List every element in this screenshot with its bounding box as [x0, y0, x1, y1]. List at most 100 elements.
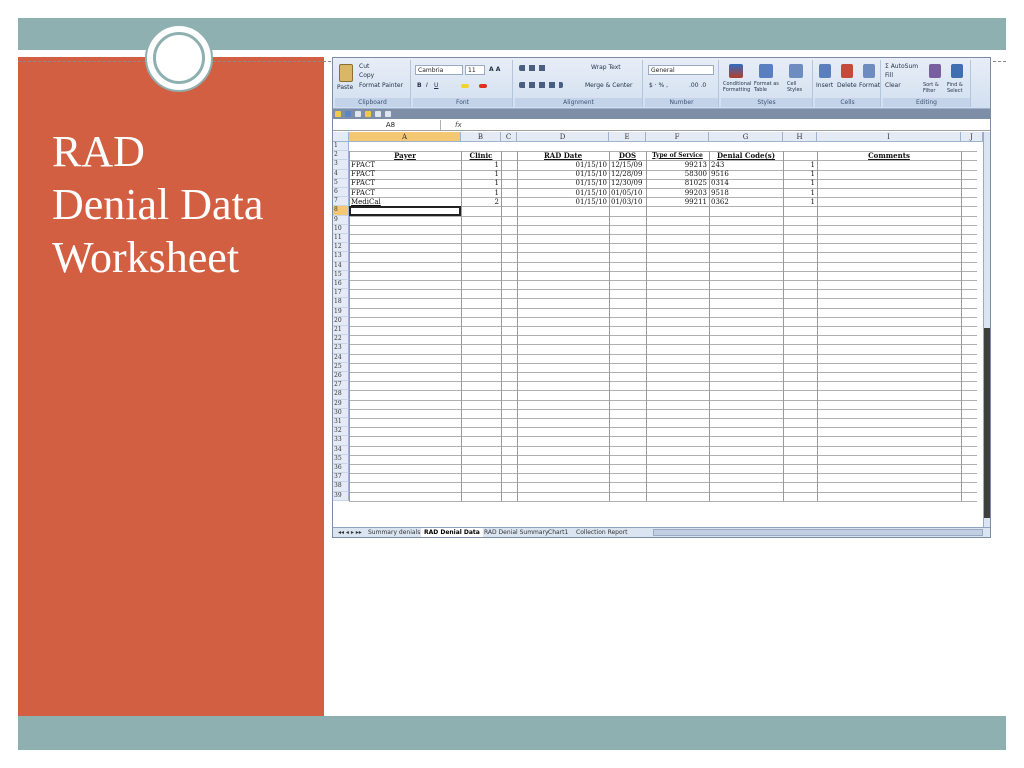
- row-header-35[interactable]: 35: [333, 454, 349, 464]
- column-header-b[interactable]: B: [461, 132, 501, 142]
- font-size-select[interactable]: 11: [465, 65, 485, 75]
- wrap-text-button[interactable]: Wrap Text: [591, 64, 621, 72]
- row-header-7[interactable]: 7: [333, 197, 349, 207]
- conditional-formatting-icon[interactable]: [729, 64, 743, 78]
- column-header-i[interactable]: I: [817, 132, 961, 142]
- cell-rad-date[interactable]: 01/15/10: [519, 189, 607, 197]
- number-format-select[interactable]: General: [648, 65, 714, 75]
- name-box[interactable]: A8: [341, 120, 441, 130]
- header-clinic[interactable]: Clinic: [461, 152, 501, 160]
- vertical-scrollbar[interactable]: [983, 132, 990, 527]
- spreadsheet-grid[interactable]: A B C D E F G H I J 1 2 3 4 5 6 7 8 9 10 11 12 13 14 15 16 17 18 19 2…: [333, 132, 983, 527]
- row-header-11[interactable]: 11: [333, 234, 349, 244]
- row-header-38[interactable]: 38: [333, 482, 349, 492]
- cell-denial-code[interactable]: 9518: [711, 189, 781, 197]
- save-icon[interactable]: [345, 111, 351, 117]
- row-header-28[interactable]: 28: [333, 390, 349, 400]
- cell-clinic[interactable]: 1: [463, 161, 499, 169]
- format-button[interactable]: Format: [859, 82, 880, 90]
- tab-collection-report[interactable]: Collection Report: [573, 528, 630, 537]
- open-icon[interactable]: [335, 111, 341, 117]
- row-header-19[interactable]: 19: [333, 307, 349, 317]
- cell-dos[interactable]: 01/03/10: [611, 198, 644, 206]
- row-header-29[interactable]: 29: [333, 399, 349, 409]
- column-header-h[interactable]: H: [783, 132, 817, 142]
- delete-icon[interactable]: [841, 64, 853, 78]
- format-table-button[interactable]: Format as Table: [754, 81, 784, 93]
- paste-button[interactable]: Paste: [337, 84, 353, 92]
- cut-button[interactable]: Cut: [359, 63, 369, 71]
- row-header-27[interactable]: 27: [333, 381, 349, 391]
- font-color-icon[interactable]: [479, 84, 487, 88]
- tab-summary-denials[interactable]: Summary denials: [365, 528, 423, 537]
- column-header-j[interactable]: J: [961, 132, 983, 142]
- cell-dos[interactable]: 01/05/10: [611, 189, 644, 197]
- tab-nav-arrows[interactable]: ◂◂ ◂ ▸ ▸▸: [335, 528, 365, 537]
- row-header-18[interactable]: 18: [333, 298, 349, 308]
- cell-denial-code[interactable]: 243: [711, 161, 781, 169]
- cell-styles-icon[interactable]: [789, 64, 803, 78]
- fill-button[interactable]: Fill: [885, 72, 893, 80]
- conditional-formatting-button[interactable]: Conditional Formatting: [723, 81, 753, 93]
- row-header-34[interactable]: 34: [333, 445, 349, 455]
- find-select-icon[interactable]: [951, 64, 963, 78]
- cell-h[interactable]: 1: [785, 179, 815, 187]
- header-dos[interactable]: DOS: [609, 152, 646, 160]
- cell-type-of-service[interactable]: 81025: [648, 179, 707, 187]
- cell-dos[interactable]: 12/30/09: [611, 179, 644, 187]
- cell-payer[interactable]: FPACT: [351, 189, 459, 197]
- insert-icon[interactable]: [819, 64, 831, 78]
- cell-rad-date[interactable]: 01/15/10: [519, 161, 607, 169]
- clear-button[interactable]: Clear: [885, 82, 901, 90]
- row-header-32[interactable]: 32: [333, 427, 349, 437]
- row-header-9[interactable]: 9: [333, 215, 349, 225]
- undo-icon[interactable]: [375, 111, 381, 117]
- currency-button[interactable]: $ · % ,: [649, 82, 668, 90]
- cell-payer[interactable]: MediCal: [351, 198, 459, 206]
- autosum-button[interactable]: Σ AutoSum: [885, 63, 918, 71]
- row-header-15[interactable]: 15: [333, 270, 349, 280]
- grow-font-button[interactable]: A A: [489, 66, 500, 74]
- cell-payer[interactable]: FPACT: [351, 170, 459, 178]
- cell-clinic[interactable]: 1: [463, 170, 499, 178]
- row-header-39[interactable]: 39: [333, 491, 349, 501]
- selected-cell-a8[interactable]: [349, 206, 461, 216]
- merge-center-button[interactable]: Merge & Center: [585, 82, 632, 90]
- cell-h[interactable]: 1: [785, 189, 815, 197]
- row-header-2[interactable]: 2: [333, 151, 349, 161]
- row-header-16[interactable]: 16: [333, 280, 349, 290]
- column-header-c[interactable]: C: [501, 132, 517, 142]
- cell-styles-button[interactable]: Cell Styles: [787, 81, 811, 93]
- column-header-e[interactable]: E: [609, 132, 646, 142]
- header-payer[interactable]: Payer: [349, 152, 461, 160]
- cell-type-of-service[interactable]: 99211: [648, 198, 707, 206]
- row-header-37[interactable]: 37: [333, 473, 349, 483]
- bold-button[interactable]: B: [417, 82, 422, 90]
- cell-denial-code[interactable]: 9516: [711, 170, 781, 178]
- column-header-g[interactable]: G: [709, 132, 783, 142]
- cell-clinic[interactable]: 1: [463, 189, 499, 197]
- row-header-13[interactable]: 13: [333, 252, 349, 262]
- cell-rad-date[interactable]: 01/15/10: [519, 179, 607, 187]
- insert-button[interactable]: Insert: [816, 82, 833, 90]
- format-icon[interactable]: [863, 64, 875, 78]
- header-rad-date[interactable]: RAD Date: [517, 152, 609, 160]
- delete-button[interactable]: Delete: [837, 82, 857, 90]
- print-icon[interactable]: [355, 111, 361, 117]
- header-type-of-service[interactable]: Type of Service: [646, 152, 709, 160]
- select-all-corner[interactable]: [333, 132, 349, 142]
- fx-icon[interactable]: fx: [455, 120, 462, 130]
- vertical-scroll-thumb[interactable]: [984, 328, 990, 518]
- justify-icons[interactable]: [519, 82, 563, 88]
- format-painter-button[interactable]: Format Painter: [359, 82, 403, 90]
- cell-denial-code[interactable]: 0314: [711, 179, 781, 187]
- column-header-d[interactable]: D: [517, 132, 609, 142]
- header-denial-codes[interactable]: Denial Code(s): [709, 152, 783, 160]
- row-header-14[interactable]: 14: [333, 261, 349, 271]
- find-select-button[interactable]: Find & Select: [947, 82, 971, 94]
- sort-filter-icon[interactable]: [929, 64, 941, 78]
- decimal-buttons[interactable]: .00 .0: [689, 82, 706, 90]
- row-header-8[interactable]: 8: [333, 206, 349, 216]
- cell-rad-date[interactable]: 01/15/10: [519, 170, 607, 178]
- tab-rad-denial-data[interactable]: RAD Denial Data: [421, 528, 483, 537]
